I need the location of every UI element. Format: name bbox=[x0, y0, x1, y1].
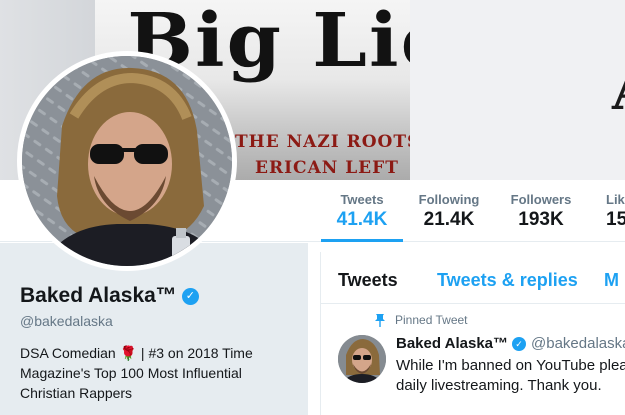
tweet-header: Baked Alaska™ ✓ @bakedalaska bbox=[396, 335, 625, 352]
tab-media[interactable]: M bbox=[604, 270, 619, 291]
nav-stat-tweets[interactable]: Tweets 41.4K bbox=[321, 192, 403, 242]
tweet-author-name[interactable]: Baked Alaska™ bbox=[396, 335, 508, 352]
stat-label: Tweets bbox=[340, 192, 384, 207]
verified-badge-icon: ✓ bbox=[512, 336, 527, 351]
nav-stat-followers[interactable]: Followers 193K bbox=[505, 192, 577, 231]
profile-card: Baked Alaska™ ✓ @bakedalaska DSA Comedia… bbox=[0, 243, 308, 415]
profile-bio: DSA Comedian 🌹 | #3 on 2018 Time Magazin… bbox=[20, 343, 300, 403]
stat-label: Followers bbox=[510, 192, 572, 207]
stat-value: 41.4K bbox=[336, 209, 388, 230]
pin-icon bbox=[375, 314, 385, 327]
nav-stat-following[interactable]: Following 21.4K bbox=[410, 192, 488, 231]
stat-value: 21.4K bbox=[423, 209, 475, 230]
tweet-text: While I'm banned on YouTube pleas daily … bbox=[396, 357, 625, 394]
pinned-tweet-label: Pinned Tweet bbox=[395, 313, 468, 327]
banner-edge-glyph: A bbox=[612, 58, 625, 122]
rose-emoji-icon: 🌹 bbox=[119, 345, 138, 361]
stat-value: 15 bbox=[606, 209, 625, 230]
banner-right-panel bbox=[410, 0, 625, 180]
tweet-author-avatar[interactable] bbox=[338, 335, 386, 383]
profile-display-name[interactable]: Baked Alaska™ bbox=[20, 284, 177, 308]
profile-avatar[interactable] bbox=[17, 51, 237, 271]
tab-tweets-and-replies[interactable]: Tweets & replies bbox=[437, 270, 578, 291]
timeline-panel: Tweets Tweets & replies M Pinned Tweet B… bbox=[320, 252, 625, 415]
verified-badge-icon: ✓ bbox=[181, 287, 199, 305]
nav-stat-likes[interactable]: Lik 15 bbox=[598, 192, 625, 231]
pinned-tweet-context: Pinned Tweet bbox=[373, 313, 468, 327]
book-subtitle-line2: ERICAN LEFT bbox=[255, 158, 399, 178]
timeline-tabs: Tweets Tweets & replies M bbox=[321, 252, 625, 304]
tab-tweets[interactable]: Tweets bbox=[338, 270, 398, 291]
avatar-photo bbox=[22, 56, 232, 266]
bio-text-part1: DSA Comedian bbox=[20, 345, 120, 361]
tweet-avatar-photo bbox=[338, 335, 386, 383]
profile-handle[interactable]: @bakedalaska bbox=[20, 313, 113, 329]
tweet-author-handle[interactable]: @bakedalaska bbox=[531, 335, 625, 352]
stat-label: Following bbox=[418, 192, 480, 207]
stat-label: Lik bbox=[606, 192, 625, 207]
stat-value: 193K bbox=[518, 209, 564, 230]
profile-name-row: Baked Alaska™ ✓ bbox=[20, 284, 199, 308]
